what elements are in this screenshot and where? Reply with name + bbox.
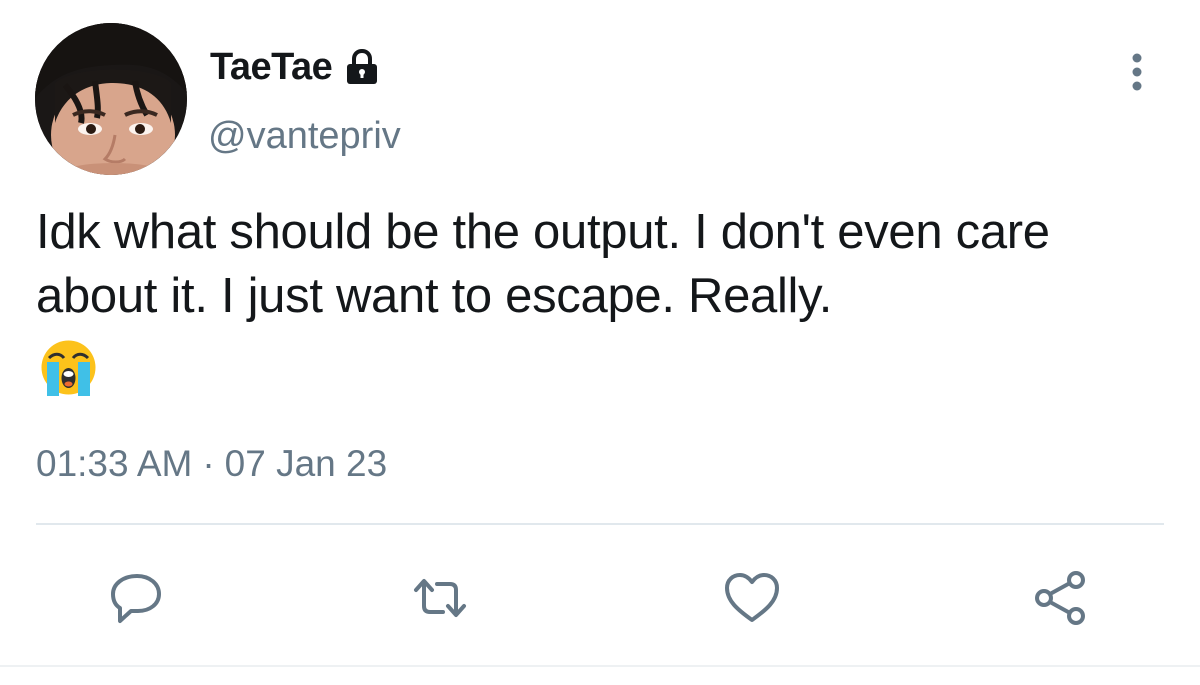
timestamp-separator: · [202,443,215,484]
avatar[interactable] [35,23,187,175]
share-button[interactable] [1030,568,1090,628]
bottom-divider [0,665,1200,667]
divider [36,523,1164,525]
share-icon [1035,571,1085,625]
like-button[interactable] [722,568,782,628]
heart-icon [725,573,779,622]
display-name[interactable]: TaeTae [210,46,333,89]
tweet-time: 01:33 AM [36,443,193,484]
loudly-crying-face-icon [37,336,100,399]
display-name-row: TaeTae [210,43,382,91]
tweet-text: Idk what should be the output. I don't e… [36,205,1050,323]
retweet-icon [414,579,466,617]
lock-icon [342,47,382,87]
more-vertical-icon[interactable] [1120,50,1154,96]
reply-icon [111,574,161,623]
user-handle[interactable]: @vantepriv [208,115,401,158]
tweet-card: TaeTae @vantepriv Idk what should be the… [0,0,1200,685]
timestamp[interactable]: 01:33 AM · 07 Jan 23 [36,443,387,485]
reply-button[interactable] [107,568,167,628]
tweet-date: 07 Jan 23 [224,443,388,484]
retweet-button[interactable] [410,568,470,628]
